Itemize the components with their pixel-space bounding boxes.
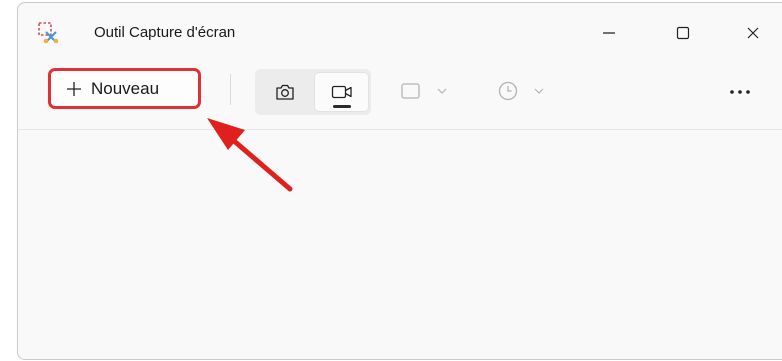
video-camera-icon [331,85,352,99]
new-snip-label: Nouveau [91,78,160,98]
new-snip-button[interactable]: Nouveau [48,68,201,109]
selected-indicator [333,105,351,108]
snipping-tool-window: Outil Capture d'écran Nouveau [17,2,782,360]
maximize-button[interactable] [661,15,705,51]
capture-mode-toggle [255,69,371,115]
capture-canvas [18,130,782,359]
video-mode-button[interactable] [314,72,369,112]
window-title: Outil Capture d'écran [94,24,236,41]
close-button[interactable] [731,15,775,51]
chevron-down-icon [534,88,544,94]
snip-shape-dropdown[interactable] [400,77,448,105]
maximize-icon [676,26,690,40]
minimize-button[interactable] [587,15,631,51]
minimize-icon [603,32,615,34]
more-icon [730,90,750,94]
chevron-down-icon [437,88,447,94]
clock-icon [498,81,518,101]
rectangle-snip-icon [401,83,420,99]
more-options-button[interactable] [723,77,757,107]
screenshot-mode-button[interactable] [257,72,312,112]
close-icon [747,27,759,39]
snipping-tool-icon [38,22,60,44]
camera-icon [275,84,294,100]
plus-icon [67,81,81,96]
title-bar: Outil Capture d'écran [18,3,782,59]
toolbar: Nouveau [18,59,782,130]
timer-dropdown[interactable] [497,77,545,105]
toolbar-divider [230,74,231,105]
